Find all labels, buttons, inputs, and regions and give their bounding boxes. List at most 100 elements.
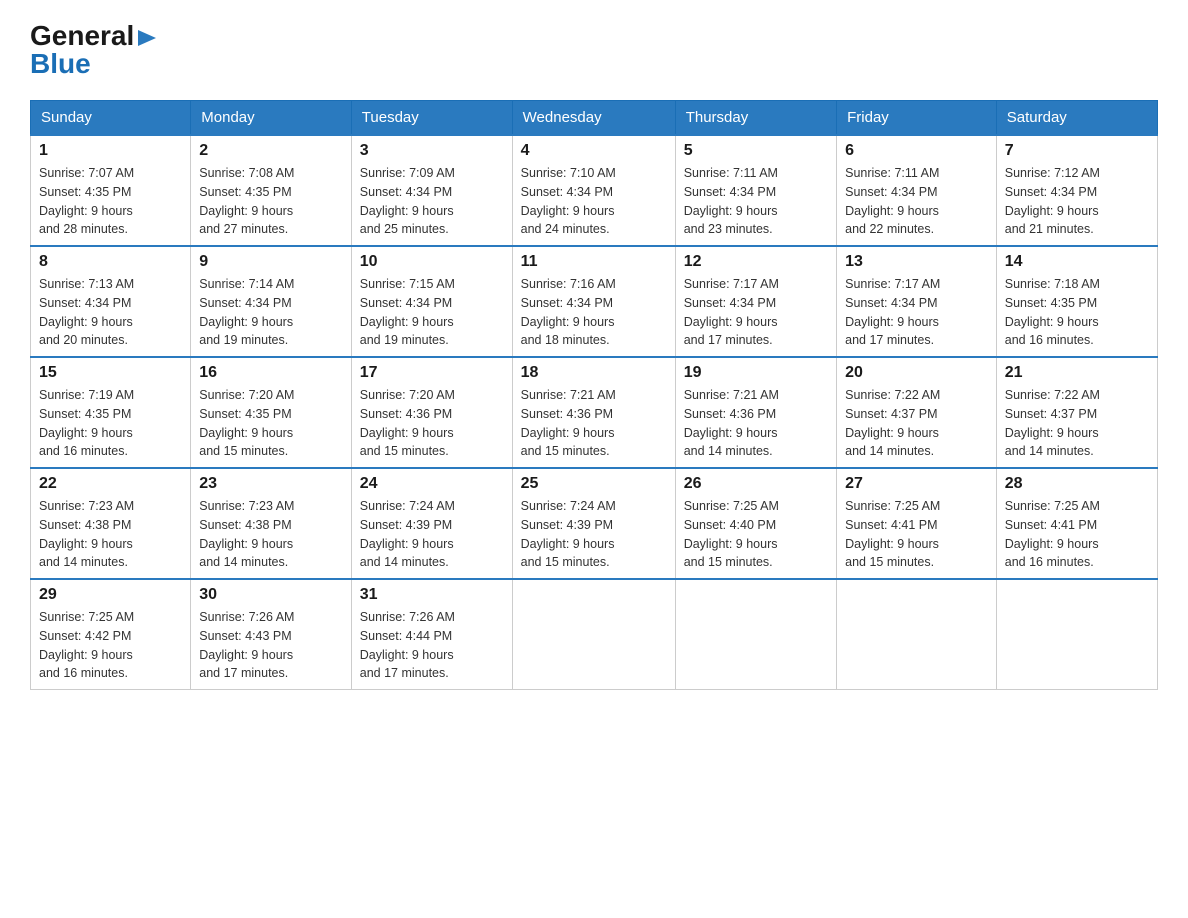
calendar-cell: 23 Sunrise: 7:23 AMSunset: 4:38 PMDayligh… — [191, 468, 352, 579]
calendar-cell: 5 Sunrise: 7:11 AMSunset: 4:34 PMDaylight… — [675, 135, 836, 246]
calendar-cell: 19 Sunrise: 7:21 AMSunset: 4:36 PMDayligh… — [675, 357, 836, 468]
day-info: Sunrise: 7:24 AMSunset: 4:39 PMDaylight:… — [521, 497, 667, 572]
day-info: Sunrise: 7:26 AMSunset: 4:43 PMDaylight:… — [199, 608, 343, 683]
day-number: 23 — [199, 475, 343, 493]
day-number: 11 — [521, 253, 667, 271]
calendar-cell: 22 Sunrise: 7:23 AMSunset: 4:38 PMDayligh… — [31, 468, 191, 579]
day-number: 31 — [360, 586, 504, 604]
day-number: 1 — [39, 142, 182, 160]
calendar-cell: 14 Sunrise: 7:18 AMSunset: 4:35 PMDayligh… — [996, 246, 1157, 357]
day-number: 10 — [360, 253, 504, 271]
day-info: Sunrise: 7:24 AMSunset: 4:39 PMDaylight:… — [360, 497, 504, 572]
calendar-cell: 30 Sunrise: 7:26 AMSunset: 4:43 PMDayligh… — [191, 579, 352, 690]
calendar-cell: 10 Sunrise: 7:15 AMSunset: 4:34 PMDayligh… — [351, 246, 512, 357]
day-number: 3 — [360, 142, 504, 160]
day-info: Sunrise: 7:17 AMSunset: 4:34 PMDaylight:… — [845, 275, 988, 350]
week-row-5: 29 Sunrise: 7:25 AMSunset: 4:42 PMDayligh… — [31, 579, 1158, 690]
logo-triangle-icon — [136, 26, 158, 48]
day-number: 6 — [845, 142, 988, 160]
logo-blue-text: Blue — [30, 48, 91, 80]
week-row-1: 1 Sunrise: 7:07 AMSunset: 4:35 PMDaylight… — [31, 135, 1158, 246]
day-info: Sunrise: 7:19 AMSunset: 4:35 PMDaylight:… — [39, 386, 182, 461]
calendar-cell: 29 Sunrise: 7:25 AMSunset: 4:42 PMDayligh… — [31, 579, 191, 690]
week-row-4: 22 Sunrise: 7:23 AMSunset: 4:38 PMDayligh… — [31, 468, 1158, 579]
calendar-cell: 4Sunrise: 7:10 AMSunset: 4:34 PMDaylight… — [512, 135, 675, 246]
day-number: 17 — [360, 364, 504, 382]
day-number: 28 — [1005, 475, 1149, 493]
calendar-cell: 27 Sunrise: 7:25 AMSunset: 4:41 PMDayligh… — [837, 468, 997, 579]
day-info: Sunrise: 7:09 AMSunset: 4:34 PMDaylight:… — [360, 164, 504, 239]
day-number: 29 — [39, 586, 182, 604]
day-number: 21 — [1005, 364, 1149, 382]
day-info: Sunrise: 7:25 AMSunset: 4:42 PMDaylight:… — [39, 608, 182, 683]
day-number: 13 — [845, 253, 988, 271]
calendar-cell: 12 Sunrise: 7:17 AMSunset: 4:34 PMDayligh… — [675, 246, 836, 357]
week-row-3: 15Sunrise: 7:19 AMSunset: 4:35 PMDayligh… — [31, 357, 1158, 468]
calendar-header-friday: Friday — [837, 101, 997, 136]
day-info: Sunrise: 7:23 AMSunset: 4:38 PMDaylight:… — [39, 497, 182, 572]
calendar-cell: 25 Sunrise: 7:24 AMSunset: 4:39 PMDayligh… — [512, 468, 675, 579]
calendar-cell: 2 Sunrise: 7:08 AMSunset: 4:35 PMDaylight… — [191, 135, 352, 246]
day-info: Sunrise: 7:16 AMSunset: 4:34 PMDaylight:… — [521, 275, 667, 350]
day-info: Sunrise: 7:08 AMSunset: 4:35 PMDaylight:… — [199, 164, 343, 239]
calendar-cell: 13 Sunrise: 7:17 AMSunset: 4:34 PMDayligh… — [837, 246, 997, 357]
calendar-header-row: SundayMondayTuesdayWednesdayThursdayFrid… — [31, 101, 1158, 136]
calendar-header-saturday: Saturday — [996, 101, 1157, 136]
day-info: Sunrise: 7:18 AMSunset: 4:35 PMDaylight:… — [1005, 275, 1149, 350]
calendar-cell: 15Sunrise: 7:19 AMSunset: 4:35 PMDayligh… — [31, 357, 191, 468]
day-number: 16 — [199, 364, 343, 382]
calendar-cell — [996, 579, 1157, 690]
day-number: 9 — [199, 253, 343, 271]
calendar-cell: 17 Sunrise: 7:20 AMSunset: 4:36 PMDayligh… — [351, 357, 512, 468]
calendar-cell: 24Sunrise: 7:24 AMSunset: 4:39 PMDayligh… — [351, 468, 512, 579]
calendar-cell: 21 Sunrise: 7:22 AMSunset: 4:37 PMDayligh… — [996, 357, 1157, 468]
day-info: Sunrise: 7:20 AMSunset: 4:36 PMDaylight:… — [360, 386, 504, 461]
day-info: Sunrise: 7:13 AMSunset: 4:34 PMDaylight:… — [39, 275, 182, 350]
day-number: 2 — [199, 142, 343, 160]
day-info: Sunrise: 7:23 AMSunset: 4:38 PMDaylight:… — [199, 497, 343, 572]
calendar-cell — [512, 579, 675, 690]
day-info: Sunrise: 7:17 AMSunset: 4:34 PMDaylight:… — [684, 275, 828, 350]
day-info: Sunrise: 7:11 AMSunset: 4:34 PMDaylight:… — [845, 164, 988, 239]
day-number: 30 — [199, 586, 343, 604]
day-info: Sunrise: 7:12 AMSunset: 4:34 PMDaylight:… — [1005, 164, 1149, 239]
calendar-cell — [837, 579, 997, 690]
day-number: 25 — [521, 475, 667, 493]
day-info: Sunrise: 7:20 AMSunset: 4:35 PMDaylight:… — [199, 386, 343, 461]
day-number: 7 — [1005, 142, 1149, 160]
day-info: Sunrise: 7:14 AMSunset: 4:34 PMDaylight:… — [199, 275, 343, 350]
day-number: 4 — [521, 142, 667, 160]
day-info: Sunrise: 7:25 AMSunset: 4:41 PMDaylight:… — [845, 497, 988, 572]
day-info: Sunrise: 7:26 AMSunset: 4:44 PMDaylight:… — [360, 608, 504, 683]
day-number: 12 — [684, 253, 828, 271]
day-info: Sunrise: 7:07 AMSunset: 4:35 PMDaylight:… — [39, 164, 182, 239]
calendar-cell: 6 Sunrise: 7:11 AMSunset: 4:34 PMDaylight… — [837, 135, 997, 246]
day-number: 18 — [521, 364, 667, 382]
calendar-cell: 20Sunrise: 7:22 AMSunset: 4:37 PMDayligh… — [837, 357, 997, 468]
day-info: Sunrise: 7:22 AMSunset: 4:37 PMDaylight:… — [1005, 386, 1149, 461]
calendar-header-thursday: Thursday — [675, 101, 836, 136]
week-row-2: 8Sunrise: 7:13 AMSunset: 4:34 PMDaylight… — [31, 246, 1158, 357]
calendar-header-tuesday: Tuesday — [351, 101, 512, 136]
day-number: 27 — [845, 475, 988, 493]
day-number: 5 — [684, 142, 828, 160]
day-info: Sunrise: 7:11 AMSunset: 4:34 PMDaylight:… — [684, 164, 828, 239]
day-info: Sunrise: 7:15 AMSunset: 4:34 PMDaylight:… — [360, 275, 504, 350]
logo: General Blue — [30, 20, 158, 80]
day-number: 22 — [39, 475, 182, 493]
calendar-cell: 1 Sunrise: 7:07 AMSunset: 4:35 PMDaylight… — [31, 135, 191, 246]
day-number: 14 — [1005, 253, 1149, 271]
calendar-cell: 18Sunrise: 7:21 AMSunset: 4:36 PMDayligh… — [512, 357, 675, 468]
calendar-cell: 26Sunrise: 7:25 AMSunset: 4:40 PMDayligh… — [675, 468, 836, 579]
day-info: Sunrise: 7:22 AMSunset: 4:37 PMDaylight:… — [845, 386, 988, 461]
calendar-cell: 7 Sunrise: 7:12 AMSunset: 4:34 PMDaylight… — [996, 135, 1157, 246]
calendar-cell: 3 Sunrise: 7:09 AMSunset: 4:34 PMDaylight… — [351, 135, 512, 246]
calendar-cell: 28Sunrise: 7:25 AMSunset: 4:41 PMDayligh… — [996, 468, 1157, 579]
calendar-cell — [675, 579, 836, 690]
day-number: 19 — [684, 364, 828, 382]
day-info: Sunrise: 7:25 AMSunset: 4:40 PMDaylight:… — [684, 497, 828, 572]
calendar-header-monday: Monday — [191, 101, 352, 136]
calendar-header-wednesday: Wednesday — [512, 101, 675, 136]
day-info: Sunrise: 7:21 AMSunset: 4:36 PMDaylight:… — [684, 386, 828, 461]
calendar-header-sunday: Sunday — [31, 101, 191, 136]
